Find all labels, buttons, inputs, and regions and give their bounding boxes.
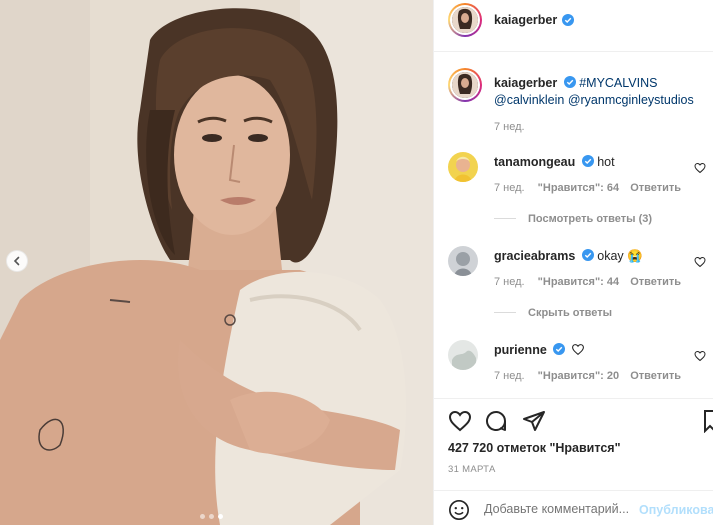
comment-icon[interactable]	[484, 409, 508, 433]
author-username[interactable]: kaiagerber	[494, 13, 557, 27]
comment-heart-icon[interactable]	[694, 256, 706, 268]
comment-likes[interactable]: "Нравится": 20	[538, 370, 619, 382]
post-photo[interactable]	[0, 0, 433, 525]
heart-icon[interactable]	[448, 409, 472, 433]
commenter-avatar[interactable]	[448, 340, 478, 370]
comment-likes[interactable]: "Нравится": 44	[538, 276, 619, 288]
heart-emoji-icon	[571, 344, 584, 356]
reply-button[interactable]: Ответить	[630, 276, 681, 288]
comment-likes[interactable]: "Нравится": 64	[538, 182, 619, 194]
commenter-avatar[interactable]	[448, 152, 478, 182]
comment-input[interactable]	[484, 497, 639, 521]
carousel-dot	[200, 514, 205, 519]
post-header: kaiagerber	[434, 0, 713, 52]
comment-text: hot	[597, 155, 615, 169]
author-avatar[interactable]	[448, 3, 482, 37]
comment-heart-icon[interactable]	[694, 162, 706, 174]
comment-username[interactable]: tanamongeau	[494, 155, 575, 169]
reply-button[interactable]: Ответить	[630, 370, 681, 382]
comment-username[interactable]: purienne	[494, 343, 547, 357]
view-replies-button[interactable]: Посмотреть ответы (3)	[494, 213, 652, 225]
carousel-prev-button[interactable]	[6, 250, 28, 272]
comment-age: 7 нед.	[494, 276, 525, 288]
caption-age: 7 нед.	[494, 121, 525, 133]
comment-emoji: 😭	[627, 249, 643, 263]
photo-illustration	[0, 0, 433, 525]
post-sidebar: kaiagerber kaiagerber #MYCALVINS @calvin…	[433, 0, 713, 525]
caption-avatar[interactable]	[448, 68, 482, 102]
verified-icon	[553, 343, 566, 355]
caption-hashtag[interactable]: #MYCALVINS	[579, 76, 657, 90]
reply-button[interactable]: Ответить	[630, 182, 681, 194]
caption-username[interactable]: kaiagerber	[494, 76, 557, 90]
caption-mentions[interactable]: @calvinklein @ryanmcginleystudios	[494, 93, 694, 107]
comment-username[interactable]: gracieabrams	[494, 249, 575, 263]
chevron-left-icon	[13, 256, 20, 266]
post-date: 31 МАРТА	[448, 464, 496, 475]
hide-replies-button[interactable]: Скрыть ответы	[494, 307, 612, 319]
comment-age: 7 нед.	[494, 370, 525, 382]
comment-text: okay	[597, 249, 624, 263]
bookmark-icon[interactable]	[702, 409, 713, 433]
carousel-indicator	[200, 514, 223, 519]
comment-heart-icon[interactable]	[694, 350, 706, 362]
verified-icon	[563, 76, 576, 88]
carousel-dot	[209, 514, 214, 519]
likes-count[interactable]: 427 720 отметок "Нравится"	[448, 441, 621, 455]
commenter-avatar[interactable]	[448, 246, 478, 276]
publish-button[interactable]: Опубликовать	[639, 503, 713, 517]
verified-icon	[562, 14, 574, 26]
verified-icon	[581, 155, 594, 167]
carousel-dot-active	[218, 514, 223, 519]
post-actions: 427 720 отметок "Нравится" 31 МАРТА	[434, 398, 713, 498]
emoji-icon[interactable]	[448, 499, 470, 521]
comment-age: 7 нед.	[494, 182, 525, 194]
verified-icon	[581, 249, 594, 261]
comment-form: Опубликовать	[434, 490, 713, 525]
share-icon[interactable]	[522, 409, 546, 433]
